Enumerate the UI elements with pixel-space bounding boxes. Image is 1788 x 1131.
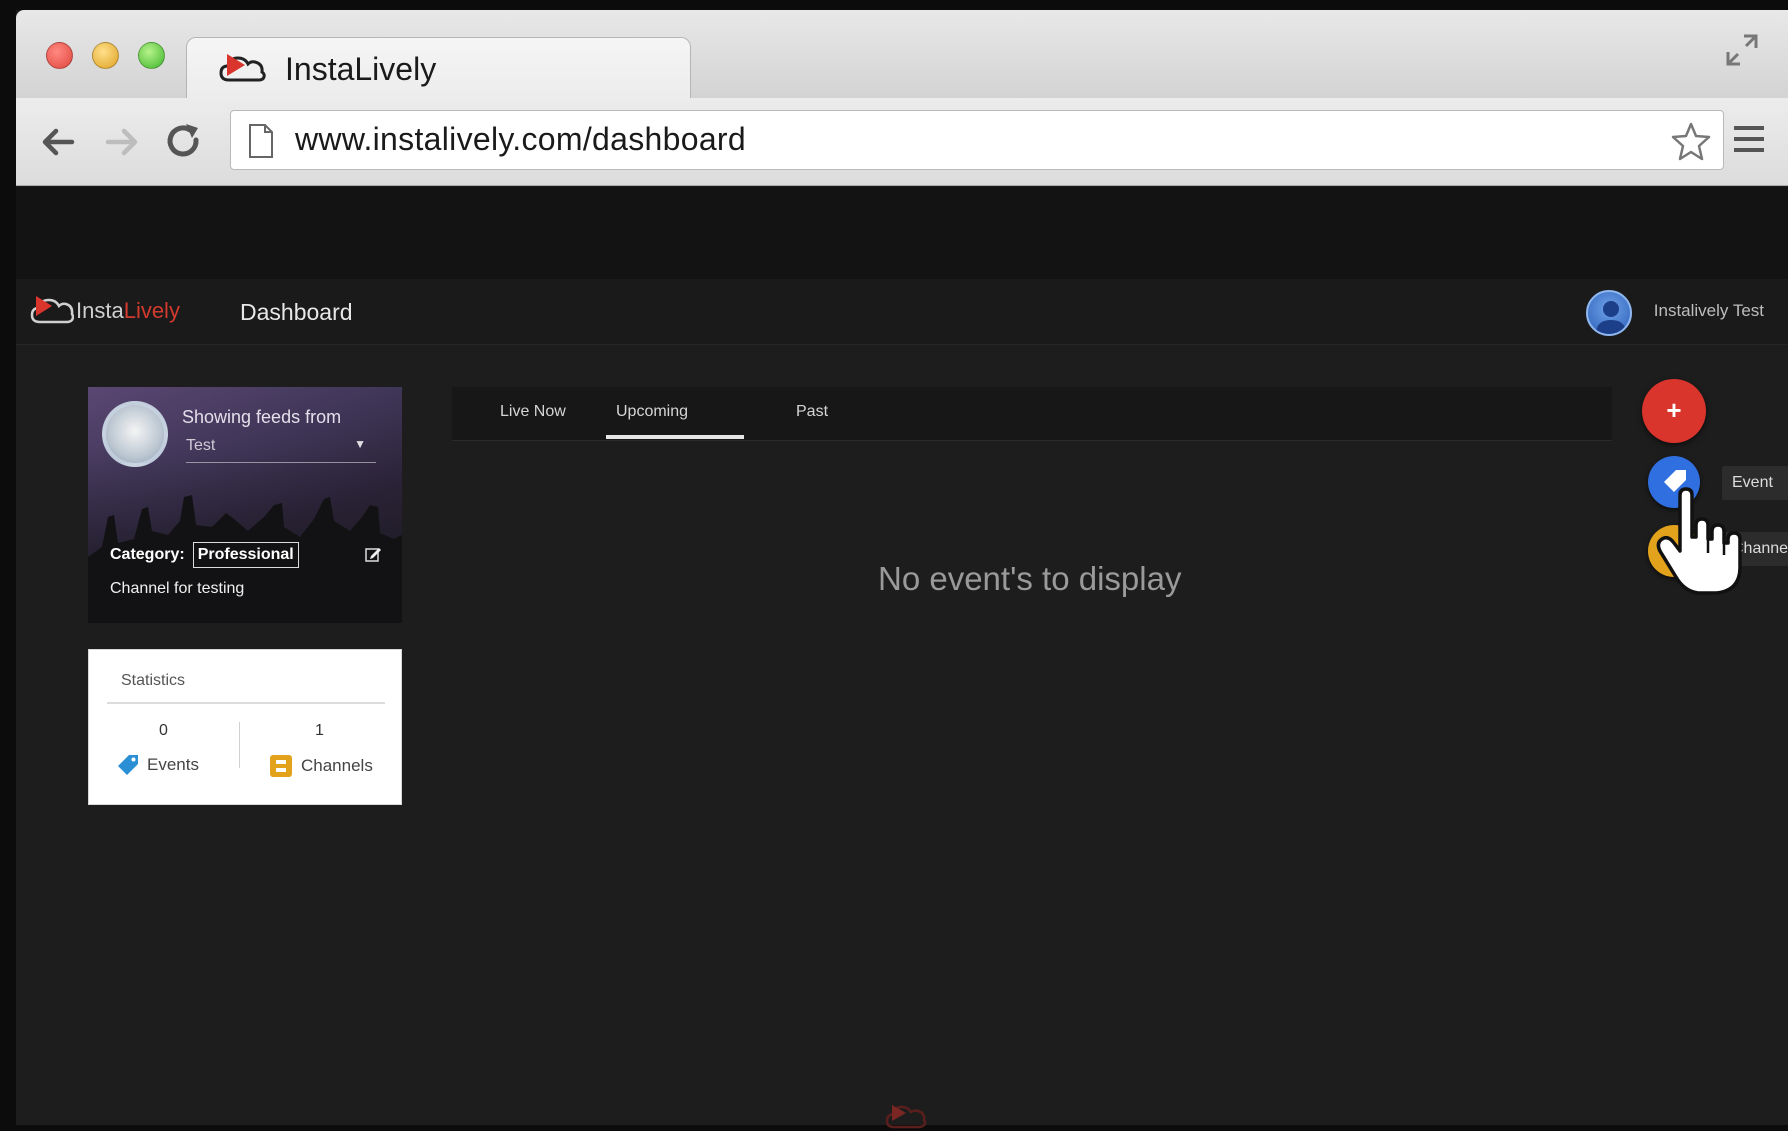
category-value: Professional: [192, 542, 299, 568]
category-label: Category:: [110, 546, 185, 563]
events-count: 0: [159, 722, 168, 739]
empty-state-message: No event's to display: [878, 560, 1182, 597]
events-label: Events: [147, 755, 199, 774]
tab-upcoming[interactable]: Upcoming: [616, 403, 688, 421]
divider: [239, 722, 240, 768]
statistics-title: Statistics: [121, 672, 186, 689]
channel-select-dropdown[interactable]: Test ▼: [186, 437, 376, 463]
channel-description: Channel for testing: [110, 580, 245, 597]
cloud-play-logo-icon: [219, 54, 266, 82]
browser-window: InstaLively www.instalively.com/dashboar…: [16, 10, 1788, 1129]
user-avatar[interactable]: [1586, 290, 1632, 336]
browser-titlebar: InstaLively: [16, 10, 1788, 99]
tab-title: InstaLively: [285, 51, 437, 87]
browser-toolbar: www.instalively.com/dashboard: [16, 98, 1788, 186]
active-tab-indicator: [606, 435, 744, 439]
tab-past[interactable]: Past: [796, 403, 828, 421]
user-name[interactable]: Instalively Test: [1654, 301, 1764, 321]
url-text[interactable]: www.instalively.com/dashboard: [295, 121, 746, 158]
category-row: Category: Professional: [110, 542, 299, 568]
close-window-button[interactable]: [46, 42, 73, 69]
page-viewport: InstaLively Dashboard Instalively Test: [16, 187, 1788, 1129]
maximize-window-button[interactable]: [138, 42, 165, 69]
back-arrow-icon[interactable]: [36, 120, 80, 164]
browser-tab[interactable]: InstaLively: [186, 37, 691, 99]
channel-avatar[interactable]: [102, 401, 168, 467]
star-icon[interactable]: [1671, 121, 1711, 161]
channels-icon: [270, 755, 292, 777]
fullscreen-icon[interactable]: [1724, 32, 1760, 68]
reload-icon[interactable]: [162, 120, 206, 164]
app-header: Insta Lively Dashboard Instalively Test: [16, 279, 1788, 345]
user-silhouette-icon: [1596, 301, 1626, 334]
nav-dashboard[interactable]: Dashboard: [240, 299, 353, 326]
hand-cursor-icon: [1656, 487, 1742, 595]
feeds-label: Showing feeds from: [182, 407, 342, 427]
logo-text-insta: Insta: [76, 298, 124, 323]
add-fab-button[interactable]: +: [1642, 379, 1706, 443]
channel-card: Showing feeds from Test ▼ Category: Prof…: [88, 387, 402, 623]
forward-arrow-icon[interactable]: [100, 120, 144, 164]
events-stat[interactable]: Events: [117, 754, 199, 776]
channels-count: 1: [315, 722, 324, 739]
channel-select-value: Test: [186, 437, 216, 454]
channels-label: Channels: [301, 756, 373, 775]
minimize-window-button[interactable]: [92, 42, 119, 69]
cloud-play-logo-icon: [30, 296, 74, 324]
tag-icon: [118, 755, 138, 775]
channels-stat[interactable]: Channels: [269, 754, 373, 778]
chevron-down-icon: ▼: [354, 437, 366, 451]
top-spacer: [16, 187, 1788, 279]
edit-icon[interactable]: [364, 545, 382, 563]
address-bar[interactable]: www.instalively.com/dashboard: [230, 110, 1724, 170]
menu-icon[interactable]: [1732, 122, 1766, 156]
tab-live-now[interactable]: Live Now: [500, 403, 566, 421]
statistics-card: Statistics 0 1 Events Channels: [88, 649, 402, 805]
cloud-play-logo-icon: [885, 1105, 927, 1129]
logo-text-lively: Lively: [123, 298, 180, 323]
instalively-logo[interactable]: Insta Lively: [30, 293, 180, 329]
event-tabs: Live Now Upcoming Past: [452, 387, 1612, 441]
divider: [107, 702, 385, 704]
page-icon: [249, 124, 273, 158]
